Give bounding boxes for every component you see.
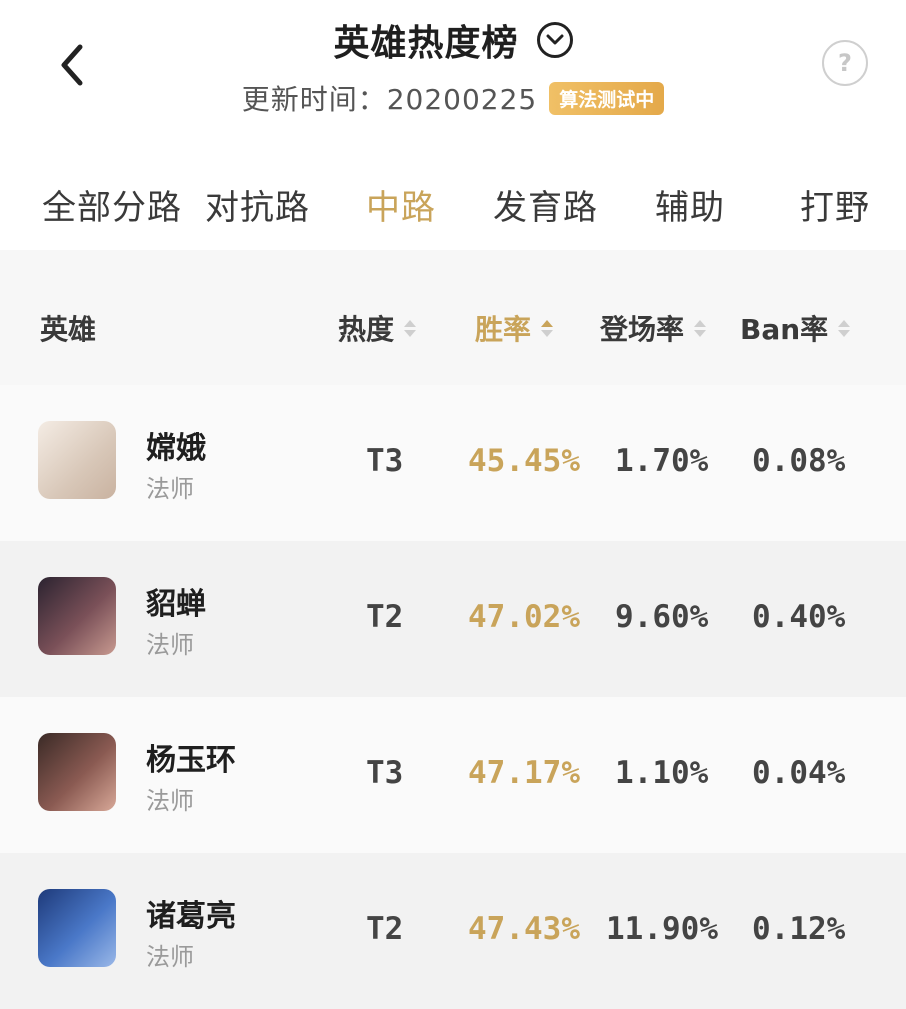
- tab-mid-lane[interactable]: 中路: [366, 180, 436, 229]
- hero-win-rate: 47.17%: [468, 755, 580, 791]
- table-row[interactable]: 嫦娥 法师 T3 45.45% 1.70% 0.08%: [0, 385, 906, 541]
- hero-avatar: [38, 577, 116, 655]
- hero-name: 诸葛亮: [146, 899, 236, 934]
- hero-role: 法师: [146, 943, 194, 971]
- hero-role: 法师: [146, 787, 194, 815]
- hero-avatar: [38, 889, 116, 967]
- hero-tier: T3: [366, 755, 404, 791]
- tab-jungle[interactable]: 打野: [800, 180, 870, 229]
- top-header: 英雄热度榜 ? 更新时间：20200225 算法测试中: [0, 0, 906, 150]
- hero-name: 嫦娥: [146, 431, 206, 466]
- update-time: 更新时间：20200225: [241, 83, 538, 116]
- title-dropdown-button[interactable]: [536, 22, 573, 58]
- hero-role: 法师: [146, 631, 194, 659]
- hero-tier: T3: [366, 443, 404, 479]
- hero-avatar: [38, 421, 116, 499]
- hero-ban-rate: 0.40%: [752, 599, 846, 635]
- page-title: 英雄热度榜: [333, 23, 519, 64]
- hero-tier: T2: [366, 599, 404, 635]
- hero-name: 杨玉环: [146, 743, 236, 778]
- tab-top-lane[interactable]: 对抗路: [205, 180, 310, 229]
- update-row: 更新时间：20200225 算法测试中: [0, 78, 906, 118]
- table-row[interactable]: 杨玉环 法师 T3 47.17% 1.10% 0.04%: [0, 697, 906, 853]
- hero-pick-rate: 11.90%: [606, 911, 718, 947]
- hero-avatar: [38, 733, 116, 811]
- tab-support[interactable]: 辅助: [655, 180, 725, 229]
- sort-icon: [404, 319, 417, 337]
- hero-tier: T2: [366, 911, 404, 947]
- sort-icon: [694, 319, 707, 337]
- sort-icon: [541, 319, 554, 337]
- title-row: 英雄热度榜: [0, 14, 906, 66]
- hero-win-rate: 47.43%: [468, 911, 580, 947]
- question-mark-icon: ?: [838, 49, 852, 77]
- column-hero: 英雄: [40, 313, 97, 346]
- sort-icon: [838, 319, 851, 337]
- table-row[interactable]: 貂蝉 法师 T2 47.02% 9.60% 0.40%: [0, 541, 906, 697]
- column-pick-rate[interactable]: 登场率: [600, 308, 707, 348]
- hero-table: 英雄 热度 胜率 登场率 Ban率 嫦娥 法师 T3 45.45% 1.70% …: [0, 250, 906, 1009]
- column-ban-rate[interactable]: Ban率: [740, 308, 851, 348]
- hero-win-rate: 47.02%: [468, 599, 580, 635]
- chevron-down-icon: [546, 34, 563, 45]
- tab-bot-lane[interactable]: 发育路: [493, 180, 598, 229]
- hero-ban-rate: 0.04%: [752, 755, 846, 791]
- column-heat[interactable]: 热度: [338, 308, 417, 348]
- hero-pick-rate: 1.10%: [615, 755, 709, 791]
- algorithm-badge: 算法测试中: [549, 81, 665, 115]
- hero-name: 貂蝉: [146, 587, 206, 622]
- table-row[interactable]: 诸葛亮 法师 T2 47.43% 11.90% 0.12%: [0, 853, 906, 1009]
- hero-ban-rate: 0.12%: [752, 911, 846, 947]
- hero-pick-rate: 1.70%: [615, 443, 709, 479]
- hero-ban-rate: 0.08%: [752, 443, 846, 479]
- hero-role: 法师: [146, 475, 194, 503]
- table-header: 英雄 热度 胜率 登场率 Ban率: [0, 250, 906, 400]
- column-win-rate[interactable]: 胜率: [475, 308, 554, 348]
- hero-win-rate: 45.45%: [468, 443, 580, 479]
- hero-pick-rate: 9.60%: [615, 599, 709, 635]
- tab-all-lanes[interactable]: 全部分路: [42, 180, 182, 229]
